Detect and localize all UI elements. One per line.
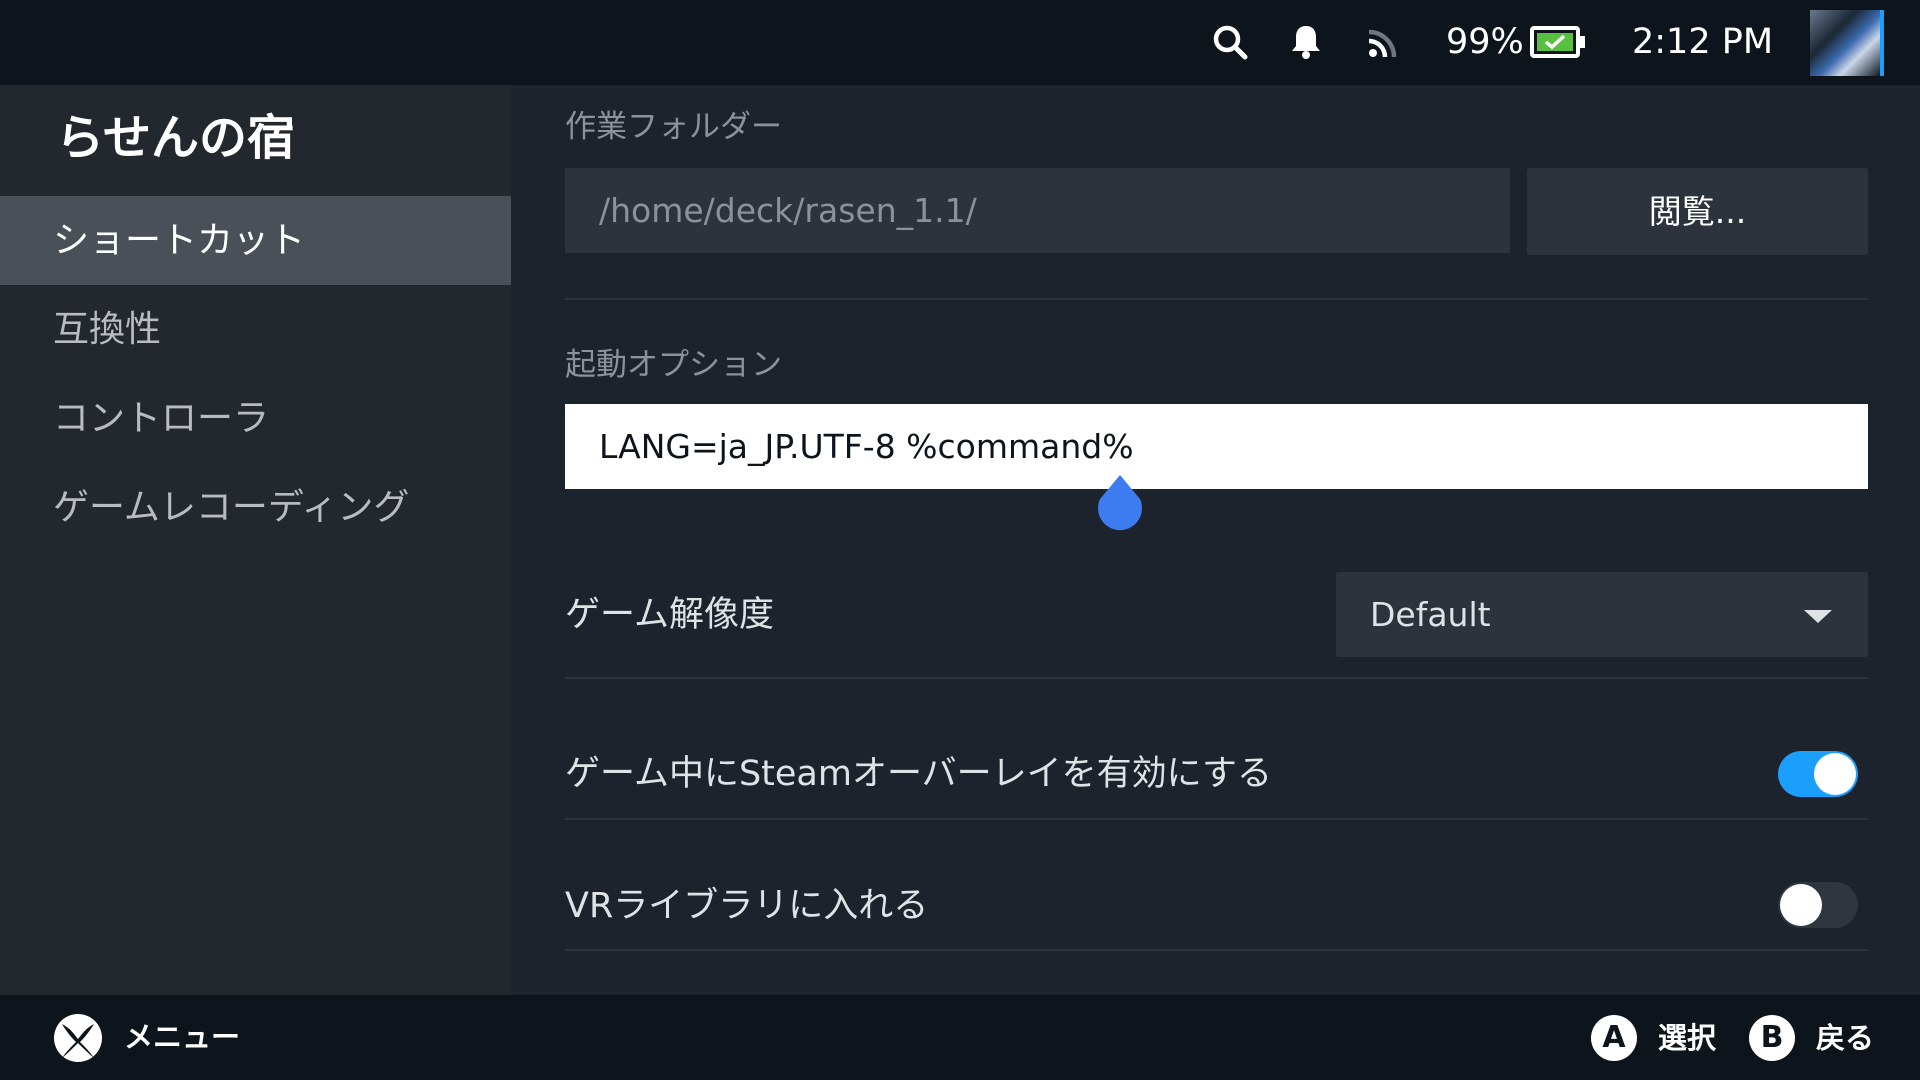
sidebar-item-game-recording[interactable]: ゲームレコーディング bbox=[0, 463, 511, 552]
back-hint: 戻る bbox=[1816, 1021, 1875, 1055]
clock: 2:12 PM bbox=[1632, 22, 1774, 62]
vr-library-label: VRライブラリに入れる bbox=[565, 886, 929, 926]
resolution-label: ゲーム解像度 bbox=[565, 595, 774, 635]
toggle-knob bbox=[1814, 753, 1856, 795]
battery-icon bbox=[1530, 22, 1586, 62]
overlay-toggle[interactable] bbox=[1778, 751, 1858, 797]
sidebar-item-label: コントローラ bbox=[53, 398, 270, 439]
game-title: らせんの宿 bbox=[56, 110, 296, 166]
sidebar-item-shortcut[interactable]: ショートカット bbox=[0, 196, 511, 285]
avatar[interactable] bbox=[1810, 10, 1884, 76]
bottom-hint-bar: メニュー A 選択 B 戻る bbox=[0, 995, 1920, 1080]
working-folder-label: 作業フォルダー bbox=[565, 109, 782, 145]
wifi-icon bbox=[1364, 22, 1404, 62]
sidebar-item-label: ショートカット bbox=[53, 220, 306, 261]
resolution-dropdown[interactable]: Default bbox=[1336, 572, 1868, 657]
notification-bell-icon[interactable] bbox=[1286, 22, 1326, 62]
xbox-menu-icon[interactable] bbox=[52, 1012, 104, 1064]
chevron-down-icon bbox=[1804, 610, 1832, 623]
overlay-toggle-label: ゲーム中にSteamオーバーレイを有効にする bbox=[565, 754, 1272, 794]
resolution-selected-value: Default bbox=[1370, 595, 1491, 634]
divider bbox=[565, 818, 1868, 820]
sidebar-item-label: ゲームレコーディング bbox=[53, 487, 410, 528]
browse-button[interactable]: 閲覧... bbox=[1527, 168, 1868, 255]
b-button-icon: B bbox=[1749, 1015, 1795, 1061]
select-hint: 選択 bbox=[1658, 1021, 1717, 1055]
launch-options-input[interactable]: LANG=ja_JP.UTF-8 %command% bbox=[565, 404, 1868, 489]
battery-percent: 99% bbox=[1446, 22, 1524, 62]
divider bbox=[565, 949, 1868, 951]
divider bbox=[565, 298, 1868, 300]
launch-options-label: 起動オプション bbox=[565, 347, 782, 383]
working-folder-field[interactable]: /home/deck/rasen_1.1/ bbox=[565, 168, 1510, 253]
sidebar-item-controller[interactable]: コントローラ bbox=[0, 374, 511, 463]
shortcut-settings-panel: 作業フォルダー /home/deck/rasen_1.1/ 閲覧... 起動オプ… bbox=[511, 85, 1920, 995]
sidebar-item-compatibility[interactable]: 互換性 bbox=[0, 285, 511, 374]
text-cursor-handle-icon[interactable] bbox=[1094, 473, 1146, 533]
a-button-icon: A bbox=[1591, 1015, 1637, 1061]
menu-label: メニュー bbox=[124, 1020, 241, 1054]
top-status-bar: 99% 2:12 PM bbox=[0, 0, 1920, 85]
sidebar-item-label: 互換性 bbox=[53, 309, 162, 350]
vr-library-toggle[interactable] bbox=[1778, 882, 1858, 928]
search-icon[interactable] bbox=[1210, 22, 1250, 62]
divider bbox=[565, 677, 1868, 679]
toggle-knob bbox=[1780, 884, 1822, 926]
sidebar: らせんの宿 ショートカット 互換性 コントローラ ゲームレコーディング bbox=[0, 85, 511, 995]
steam-deck-screen: 99% 2:12 PM らせんの宿 ショートカット 互換性 コントローラ ゲーム… bbox=[0, 0, 1920, 1080]
